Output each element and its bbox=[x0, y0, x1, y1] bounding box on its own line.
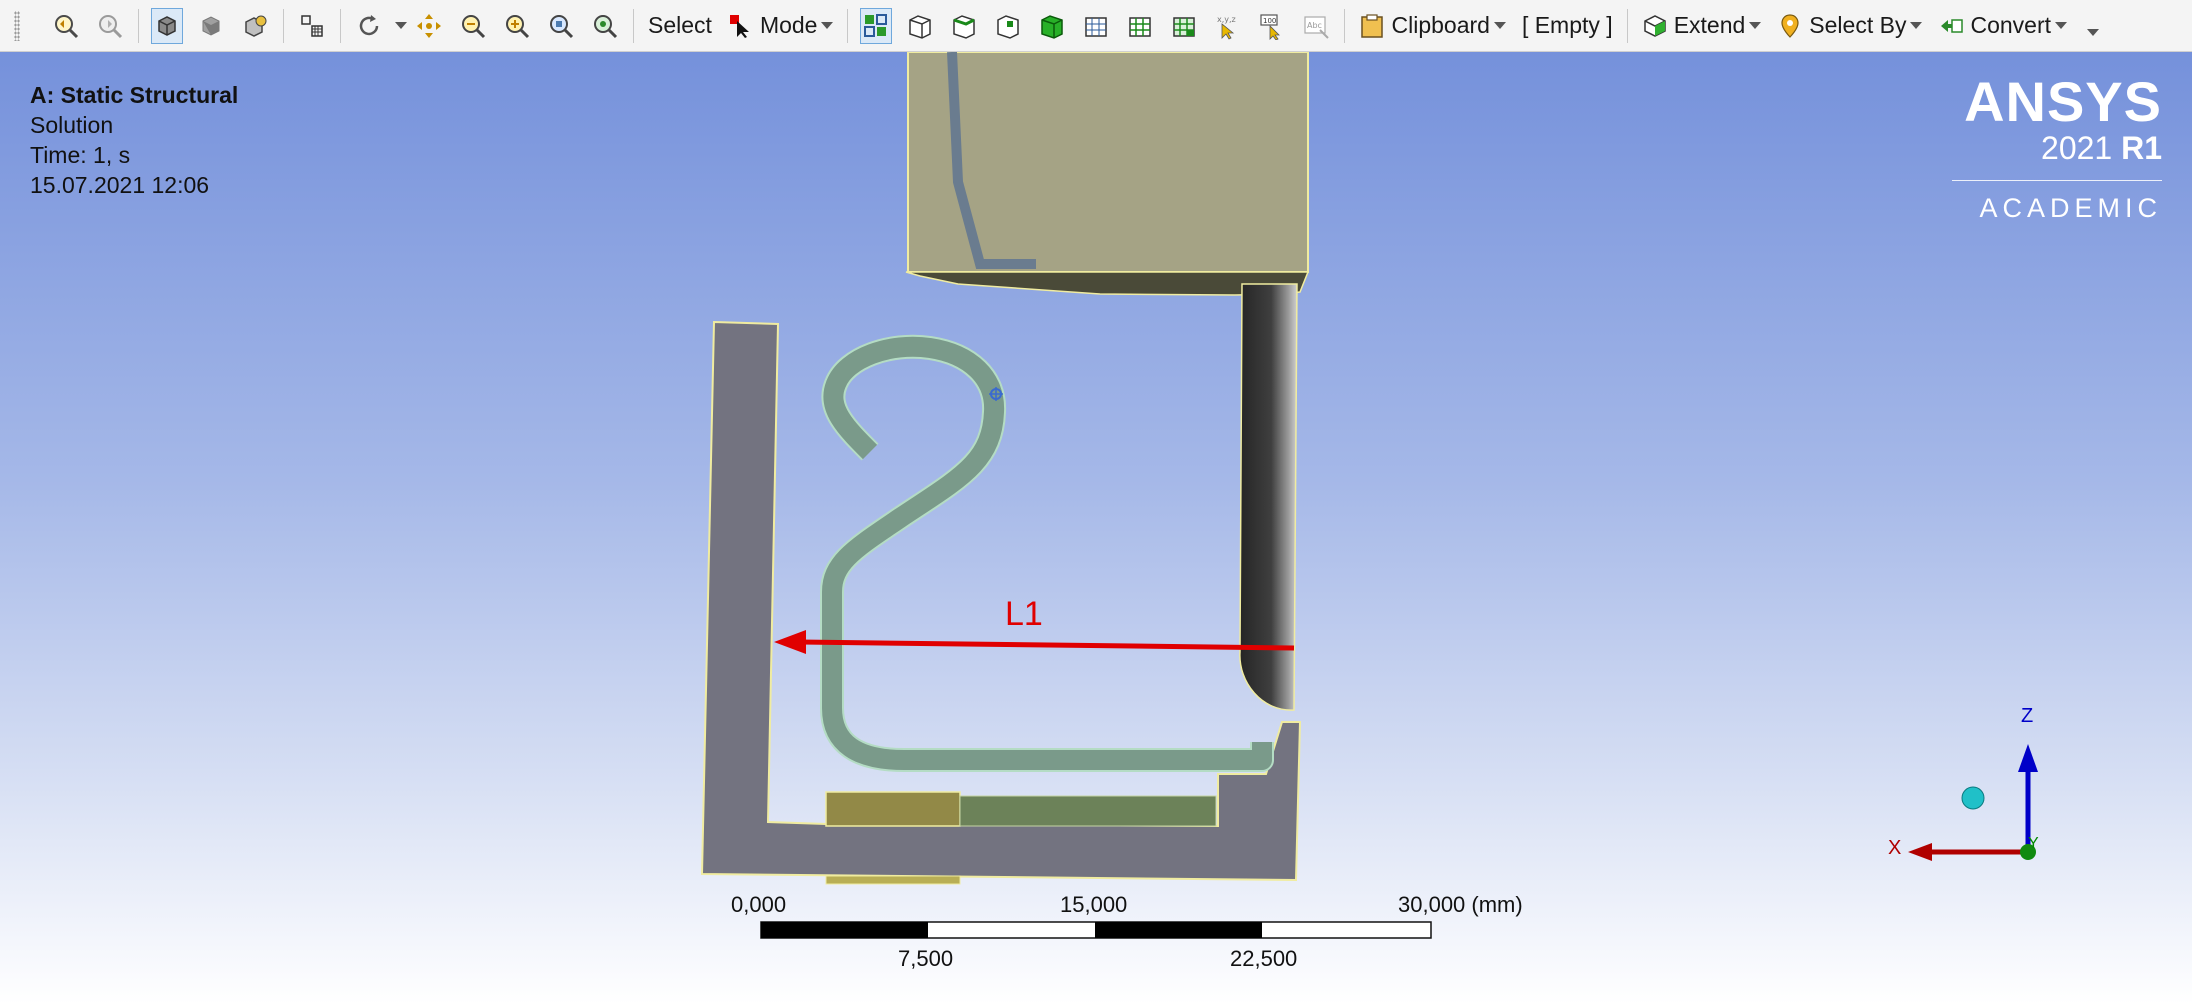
toolbar-separator bbox=[1626, 8, 1628, 43]
box-solid-icon[interactable] bbox=[195, 8, 227, 44]
location-pin-icon bbox=[1781, 13, 1799, 38]
convert-dropdown-caret bbox=[2055, 22, 2067, 29]
upper-block[interactable] bbox=[907, 52, 1309, 273]
extend-label: Extend bbox=[1673, 12, 1746, 38]
pan-icon[interactable] bbox=[413, 8, 445, 44]
model-geometry[interactable]: L1 Z X Y bbox=[0, 52, 2192, 1004]
svg-text:Abc: Abc bbox=[1307, 21, 1322, 30]
mode-cursor-icon bbox=[729, 14, 749, 38]
mode-dropdown-caret bbox=[821, 22, 834, 29]
base-pad-right[interactable] bbox=[959, 795, 1217, 827]
scale-label-15000: 15,000 bbox=[1060, 892, 1128, 917]
convert-button[interactable]: Convert bbox=[1938, 12, 2067, 39]
mode-label: Mode bbox=[759, 12, 818, 38]
triad-iso-ball[interactable] bbox=[1961, 786, 1985, 810]
probe-icon[interactable]: 100 bbox=[1256, 8, 1288, 44]
spring-clip-core bbox=[822, 336, 1272, 770]
convert-icon bbox=[1941, 18, 1964, 33]
label-icon[interactable]: Abc bbox=[1300, 8, 1332, 44]
filter-icon[interactable] bbox=[860, 7, 893, 44]
rotate-dropdown-caret[interactable] bbox=[395, 22, 407, 29]
extend-button[interactable]: Extend bbox=[1642, 12, 1762, 39]
zoom-next-icon[interactable] bbox=[94, 8, 126, 44]
select-label[interactable]: Select bbox=[648, 12, 712, 39]
edge-icon[interactable] bbox=[948, 8, 980, 44]
rotate-icon[interactable] bbox=[353, 8, 385, 44]
graphics-viewport[interactable]: A: Static Structural Solution Time: 1, s… bbox=[0, 52, 2192, 1004]
body-icon[interactable] bbox=[1036, 8, 1068, 44]
face-icon[interactable] bbox=[904, 8, 936, 44]
extend-dropdown-caret bbox=[1749, 22, 1762, 29]
toolbar-grip[interactable] bbox=[14, 10, 20, 41]
select-mode-icon[interactable] bbox=[296, 8, 328, 44]
extend-icon bbox=[1643, 14, 1666, 37]
graphics-toolbar: Select Mode x,y,z 100 Abc Clipboard [Em… bbox=[0, 0, 2192, 52]
scale-label-22500: 22,500 bbox=[1230, 946, 1298, 971]
select-by-button[interactable]: Select By bbox=[1777, 12, 1923, 39]
ansys-mechanical-window: Select Mode x,y,z 100 Abc Clipboard [Em… bbox=[0, 0, 2192, 1004]
triad-z-arrow bbox=[2018, 744, 2038, 772]
select-by-label: Select By bbox=[1809, 12, 1907, 38]
mesh-node-icon[interactable] bbox=[1080, 8, 1112, 44]
triad-y-label: Y bbox=[2028, 835, 2039, 852]
box-wire-icon[interactable] bbox=[239, 8, 271, 44]
box-select-icon[interactable] bbox=[151, 7, 183, 44]
toolbar-separator bbox=[283, 8, 284, 43]
toolbar-overflow-button[interactable] bbox=[2083, 29, 2099, 36]
overflow-caret bbox=[2087, 29, 2099, 36]
l1-dimension-line bbox=[799, 639, 1295, 651]
mode-button[interactable]: Mode bbox=[728, 12, 834, 39]
convert-label: Convert bbox=[1970, 12, 2051, 38]
scale-label-7500: 7,500 bbox=[898, 946, 954, 971]
mesh-face-icon[interactable] bbox=[1168, 8, 1200, 44]
mesh-element-icon[interactable] bbox=[1124, 8, 1156, 44]
toolbar-separator bbox=[633, 8, 634, 43]
svg-text:100: 100 bbox=[1263, 17, 1276, 25]
triad-x-label: X bbox=[1888, 837, 1901, 859]
base-pad-left-bottom bbox=[825, 875, 961, 885]
scale-label-30000: 30,000 (mm) bbox=[1398, 892, 1523, 917]
zoom-box-icon[interactable] bbox=[589, 8, 621, 44]
toolbar-separator bbox=[847, 8, 849, 43]
toolbar-separator bbox=[340, 8, 341, 43]
triad-x-arrow bbox=[1908, 843, 1932, 861]
clipboard-status: [ Empty ] bbox=[1521, 12, 1613, 38]
scale-bar-segment bbox=[1095, 922, 1262, 938]
clipboard-dropdown-caret bbox=[1493, 22, 1506, 29]
zoom-icon[interactable] bbox=[457, 8, 489, 44]
l1-arrowhead bbox=[774, 630, 806, 654]
scale-label-0: 0,000 bbox=[731, 892, 787, 917]
zoom-in-icon[interactable] bbox=[501, 8, 533, 44]
base-pad-left[interactable] bbox=[825, 791, 961, 827]
toolbar-separator bbox=[1344, 8, 1346, 43]
svg-text:x,y,z: x,y,z bbox=[1217, 15, 1236, 24]
clipboard-icon bbox=[1361, 13, 1384, 38]
spring-clip[interactable] bbox=[820, 334, 1274, 772]
xyz-icon[interactable]: x,y,z bbox=[1212, 8, 1244, 44]
clipboard-label: Clipboard bbox=[1391, 12, 1490, 38]
select-by-dropdown-caret bbox=[1910, 22, 1923, 29]
triad-z-label: Z bbox=[2021, 705, 2033, 727]
zoom-previous-icon[interactable] bbox=[50, 8, 82, 44]
l1-dimension-label[interactable]: L1 bbox=[1005, 595, 1043, 633]
clipboard-button[interactable]: Clipboard bbox=[1359, 12, 1506, 39]
zoom-fit-icon[interactable] bbox=[545, 8, 577, 44]
toolbar-separator bbox=[138, 8, 139, 43]
vertex-icon[interactable] bbox=[992, 8, 1024, 44]
scale-bar-segment bbox=[761, 922, 928, 938]
